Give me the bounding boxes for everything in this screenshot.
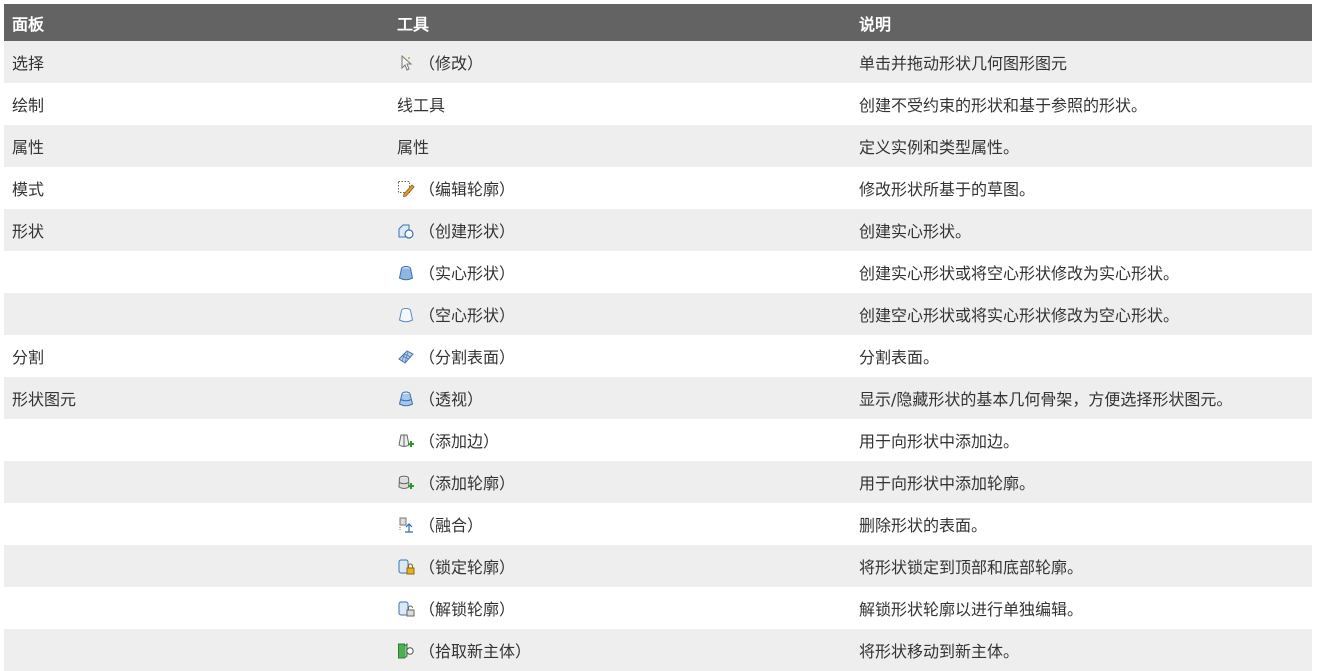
- dissolve-icon: [397, 516, 415, 534]
- panel-cell: 模式: [4, 167, 389, 209]
- description-cell: 定义实例和类型属性。: [851, 125, 1312, 167]
- tool-cell: （透视）: [389, 377, 851, 419]
- tool-cell: （编辑轮廓）: [389, 167, 851, 209]
- lock-profiles-icon: [397, 558, 415, 576]
- panel-cell: 分割: [4, 335, 389, 377]
- table-row: 绘制 线工具 创建不受约束的形状和基于参照的形状。: [4, 83, 1312, 125]
- tool-label: （空心形状）: [419, 306, 516, 325]
- description-cell: 删除形状的表面。: [851, 503, 1312, 545]
- header-description: 说明: [851, 4, 1312, 41]
- create-form-icon: [397, 222, 415, 240]
- tool-cell: （添加轮廓）: [389, 461, 851, 503]
- modify-cursor-icon: [397, 54, 415, 72]
- description-cell: 创建实心形状。: [851, 209, 1312, 251]
- table-row: （添加轮廓） 用于向形状中添加轮廓。: [4, 461, 1312, 503]
- add-edge-icon: [397, 432, 415, 450]
- unlock-profile-icon: [397, 600, 415, 618]
- add-profile-icon: [397, 474, 415, 492]
- tool-cell: （锁定轮廓）: [389, 545, 851, 587]
- table-row: （实心形状） 创建实心形状或将空心形状修改为实心形状。: [4, 251, 1312, 293]
- tools-table: 面板 工具 说明 选择 （修改） 单击并拖动形状几何图形图元绘制 线工具 创建不受约束的…: [4, 4, 1312, 671]
- table-row: 属性 属性 定义实例和类型属性。: [4, 125, 1312, 167]
- description-cell: 分割表面。: [851, 335, 1312, 377]
- description-cell: 创建不受约束的形状和基于参照的形状。: [851, 83, 1312, 125]
- panel-cell: [4, 545, 389, 587]
- table-row: （添加边） 用于向形状中添加边。: [4, 419, 1312, 461]
- tool-label: （添加边）: [419, 432, 500, 451]
- table-row: （融合） 删除形状的表面。: [4, 503, 1312, 545]
- solid-form-icon: [397, 264, 415, 282]
- panel-cell: 绘制: [4, 83, 389, 125]
- tool-cell: （空心形状）: [389, 293, 851, 335]
- panel-cell: [4, 293, 389, 335]
- tool-cell: 线工具: [389, 83, 851, 125]
- void-form-icon: [397, 306, 415, 324]
- tool-label: （添加轮廓）: [419, 474, 516, 493]
- table-row: 形状图元 （透视） 显示/隐藏形状的基本几何骨架，方便选择形状图元。: [4, 377, 1312, 419]
- tool-cell: 属性: [389, 125, 851, 167]
- panel-cell: [4, 419, 389, 461]
- description-cell: 用于向形状中添加轮廓。: [851, 461, 1312, 503]
- table-row: （空心形状） 创建空心形状或将实心形状修改为空心形状。: [4, 293, 1312, 335]
- description-cell: 将形状移动到新主体。: [851, 629, 1312, 671]
- tool-cell: （修改）: [389, 41, 851, 83]
- panel-cell: [4, 629, 389, 671]
- tool-cell: （实心形状）: [389, 251, 851, 293]
- description-cell: 用于向形状中添加边。: [851, 419, 1312, 461]
- tool-label: 线工具: [397, 96, 446, 115]
- tool-label: （融合）: [419, 516, 484, 535]
- panel-cell: 形状: [4, 209, 389, 251]
- panel-cell: [4, 461, 389, 503]
- panel-cell: 形状图元: [4, 377, 389, 419]
- tool-cell: （添加边）: [389, 419, 851, 461]
- tools-table-container: 面板 工具 说明 选择 （修改） 单击并拖动形状几何图形图元绘制 线工具 创建不受约束的…: [4, 4, 1312, 671]
- panel-cell: 属性: [4, 125, 389, 167]
- description-cell: 创建空心形状或将实心形状修改为空心形状。: [851, 293, 1312, 335]
- tool-label: （编辑轮廓）: [419, 180, 516, 199]
- tool-cell: （融合）: [389, 503, 851, 545]
- description-cell: 创建实心形状或将空心形状修改为实心形状。: [851, 251, 1312, 293]
- tool-label: （透视）: [419, 390, 484, 409]
- tool-cell: （创建形状）: [389, 209, 851, 251]
- panel-cell: [4, 251, 389, 293]
- xray-icon: [397, 390, 415, 408]
- tool-cell: （分割表面）: [389, 335, 851, 377]
- edit-profile-icon: [397, 180, 415, 198]
- description-cell: 修改形状所基于的草图。: [851, 167, 1312, 209]
- tool-label: （拾取新主体）: [419, 642, 532, 661]
- panel-cell: 选择: [4, 41, 389, 83]
- tool-label: （实心形状）: [419, 264, 516, 283]
- table-row: （锁定轮廓） 将形状锁定到顶部和底部轮廓。: [4, 545, 1312, 587]
- header-panel: 面板: [4, 4, 389, 41]
- description-cell: 单击并拖动形状几何图形图元: [851, 41, 1312, 83]
- tool-label: （解锁轮廓）: [419, 600, 516, 619]
- table-row: 模式 （编辑轮廓） 修改形状所基于的草图。: [4, 167, 1312, 209]
- description-cell: 将形状锁定到顶部和底部轮廓。: [851, 545, 1312, 587]
- table-row: 选择 （修改） 单击并拖动形状几何图形图元: [4, 41, 1312, 83]
- header-tool: 工具: [389, 4, 851, 41]
- pick-new-host-icon: [397, 642, 415, 660]
- tool-label: （修改）: [419, 54, 484, 73]
- panel-cell: [4, 587, 389, 629]
- tool-label: （锁定轮廓）: [419, 558, 516, 577]
- tool-label: （分割表面）: [419, 348, 516, 367]
- table-row: 形状 （创建形状） 创建实心形状。: [4, 209, 1312, 251]
- description-cell: 显示/隐藏形状的基本几何骨架，方便选择形状图元。: [851, 377, 1312, 419]
- header-row: 面板 工具 说明: [4, 4, 1312, 41]
- table-row: 分割 （分割表面） 分割表面。: [4, 335, 1312, 377]
- panel-cell: [4, 503, 389, 545]
- tool-label: （创建形状）: [419, 222, 516, 241]
- tool-cell: （解锁轮廓）: [389, 587, 851, 629]
- tool-cell: （拾取新主体）: [389, 629, 851, 671]
- divide-surface-icon: [397, 348, 415, 366]
- tool-label: 属性: [397, 138, 430, 157]
- table-row: （解锁轮廓） 解锁形状轮廓以进行单独编辑。: [4, 587, 1312, 629]
- description-cell: 解锁形状轮廓以进行单独编辑。: [851, 587, 1312, 629]
- table-row: （拾取新主体） 将形状移动到新主体。: [4, 629, 1312, 671]
